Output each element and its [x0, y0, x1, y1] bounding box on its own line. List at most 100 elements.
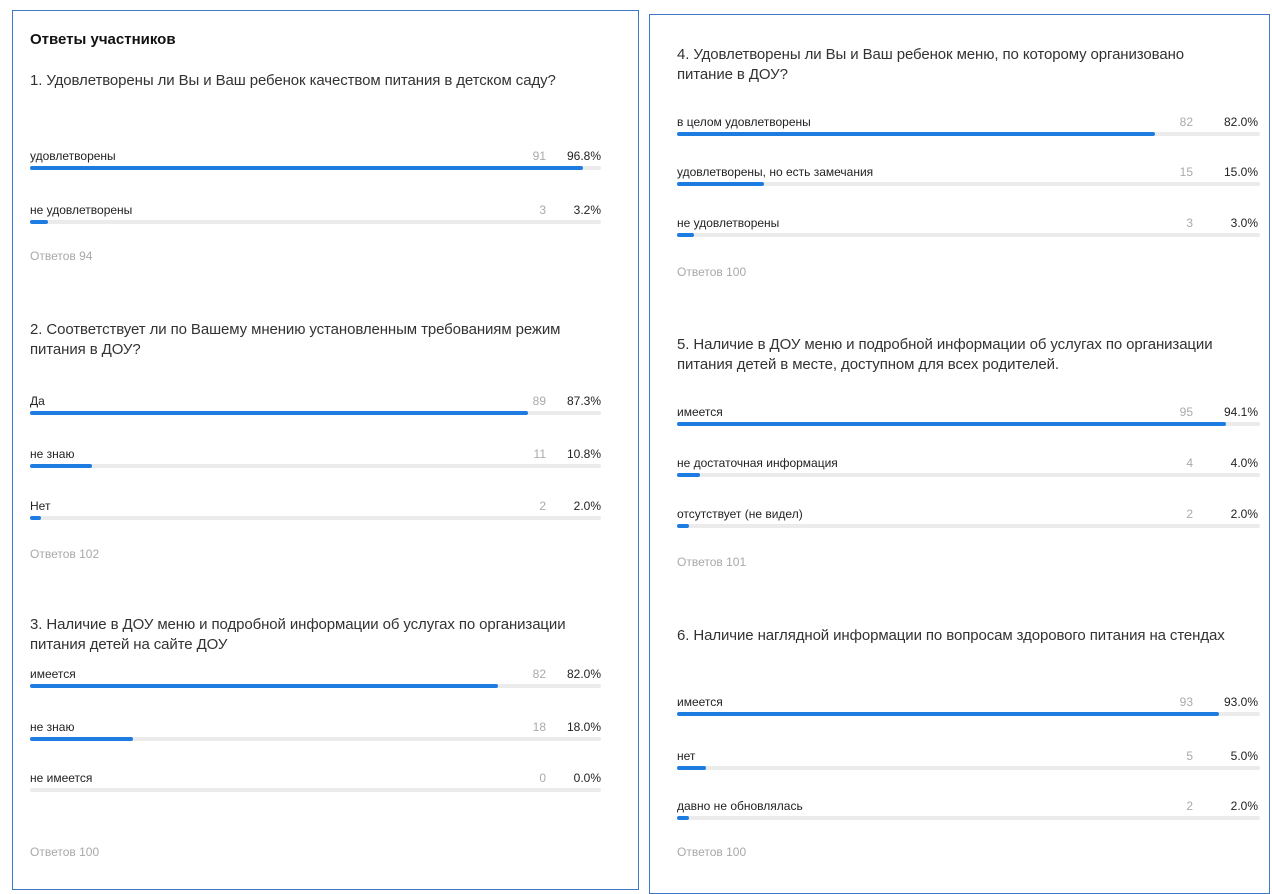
option-percent: 4.0%	[1230, 456, 1258, 470]
progress-fill	[677, 233, 695, 237]
option-percent: 18.0%	[566, 720, 601, 734]
answer-option: давно не обновлялась 2 2.0%	[677, 799, 1260, 821]
option-count: 91	[532, 149, 546, 163]
option-label: удовлетворены, но есть замечания	[677, 165, 874, 179]
answer-option: не знаю 18 18.0%	[30, 720, 601, 742]
progress-track	[677, 233, 1260, 237]
option-percent: 10.8%	[566, 447, 601, 461]
option-count: 95	[1179, 405, 1193, 419]
option-percent: 5.0%	[1230, 749, 1258, 763]
option-count: 3	[1186, 216, 1193, 230]
answer-option: удовлетворены, но есть замечания 15 15.0%	[677, 165, 1260, 187]
option-percent: 2.0%	[1230, 799, 1258, 813]
option-count: 82	[1179, 115, 1193, 129]
option-percent: 93.0%	[1223, 695, 1258, 709]
progress-track	[677, 766, 1260, 770]
answer-option: отсутствует (не видел) 2 2.0%	[677, 507, 1260, 529]
option-count: 0	[539, 771, 546, 785]
option-count: 15	[1179, 165, 1193, 179]
option-percent: 96.8%	[566, 149, 601, 163]
question-1: 1. Удовлетворены ли Вы и Ваш ребенок кач…	[30, 72, 556, 89]
question-6: 6. Наличие наглядной информации по вопро…	[677, 627, 1225, 644]
answer-option: не знаю 11 10.8%	[30, 447, 601, 469]
option-count: 82	[532, 667, 546, 681]
progress-fill	[677, 182, 765, 186]
option-label: не удовлетворены	[677, 216, 780, 230]
progress-fill	[677, 712, 1220, 716]
progress-track	[677, 182, 1260, 186]
option-count: 4	[1186, 456, 1193, 470]
option-count: 18	[532, 720, 546, 734]
option-label: не достаточная информация	[677, 456, 838, 470]
progress-track	[30, 220, 601, 224]
results-panel-left: Ответы участников 1. Удовлетворены ли Вы…	[12, 10, 639, 890]
option-percent: 3.2%	[573, 203, 601, 217]
answer-option: не достаточная информация 4 4.0%	[677, 456, 1260, 478]
answer-option: имеется 93 93.0%	[677, 695, 1260, 717]
progress-fill	[30, 464, 92, 468]
option-percent: 87.3%	[566, 394, 601, 408]
answer-option: не имеется 0 0.0%	[30, 771, 601, 793]
answers-count: Ответов 94	[30, 249, 93, 263]
question-5: 5. Наличие в ДОУ меню и подробной информ…	[677, 336, 1213, 373]
option-label: имеется	[30, 667, 76, 681]
progress-track	[677, 473, 1260, 477]
answer-option: Нет 2 2.0%	[30, 499, 601, 521]
option-percent: 3.0%	[1230, 216, 1258, 230]
progress-track	[30, 684, 601, 688]
progress-fill	[677, 816, 689, 820]
option-percent: 82.0%	[566, 667, 601, 681]
answer-option: в целом удовлетворены 82 82.0%	[677, 115, 1260, 137]
results-panel-right: 4. Удовлетворены ли Вы и Ваш ребенок мен…	[649, 14, 1270, 894]
answers-count: Ответов 102	[30, 547, 100, 561]
progress-fill	[677, 422, 1226, 426]
option-label: имеется	[677, 695, 723, 709]
progress-track	[677, 712, 1260, 716]
answers-count: Ответов 101	[677, 555, 747, 569]
option-label: давно не обновлялась	[677, 799, 803, 813]
answer-option: не удовлетворены 3 3.0%	[677, 216, 1260, 238]
answer-option: нет 5 5.0%	[677, 749, 1260, 771]
progress-fill	[677, 766, 707, 770]
answer-option: не удовлетворены 3 3.2%	[30, 203, 601, 225]
option-count: 93	[1179, 695, 1193, 709]
option-label: не имеется	[30, 771, 93, 785]
progress-fill	[30, 166, 583, 170]
question-3: 3. Наличие в ДОУ меню и подробной информ…	[30, 616, 566, 653]
progress-track	[677, 524, 1260, 528]
progress-track	[30, 737, 601, 741]
question-2: 2. Соответствует ли по Вашему мнению уст…	[30, 321, 561, 358]
option-label: нет	[677, 749, 696, 763]
panel-title: Ответы участников	[30, 31, 176, 48]
progress-fill	[30, 411, 529, 415]
progress-track	[30, 788, 601, 792]
progress-track	[30, 411, 601, 415]
option-label: удовлетворены	[30, 149, 116, 163]
progress-fill	[30, 220, 49, 224]
answer-option: удовлетворены 91 96.8%	[30, 149, 601, 171]
option-percent: 82.0%	[1223, 115, 1258, 129]
progress-track	[30, 166, 601, 170]
option-label: имеется	[677, 405, 723, 419]
question-4: 4. Удовлетворены ли Вы и Ваш ребенок мен…	[677, 46, 1184, 83]
answer-option: Да 89 87.3%	[30, 394, 601, 416]
option-percent: 2.0%	[573, 499, 601, 513]
progress-track	[677, 816, 1260, 820]
option-percent: 94.1%	[1223, 405, 1258, 419]
option-label: отсутствует (не видел)	[677, 507, 803, 521]
progress-fill	[30, 516, 42, 520]
progress-fill	[30, 737, 133, 741]
answers-count: Ответов 100	[677, 265, 747, 279]
option-count: 11	[533, 447, 546, 461]
option-count: 2	[539, 499, 546, 513]
progress-fill	[677, 524, 689, 528]
option-count: 2	[1186, 507, 1193, 521]
option-count: 3	[539, 203, 546, 217]
option-count: 5	[1186, 749, 1193, 763]
progress-fill	[30, 684, 499, 688]
option-label: не знаю	[30, 447, 75, 461]
progress-track	[30, 516, 601, 520]
progress-track	[30, 464, 601, 468]
progress-fill	[677, 132, 1156, 136]
option-percent: 15.0%	[1223, 165, 1258, 179]
